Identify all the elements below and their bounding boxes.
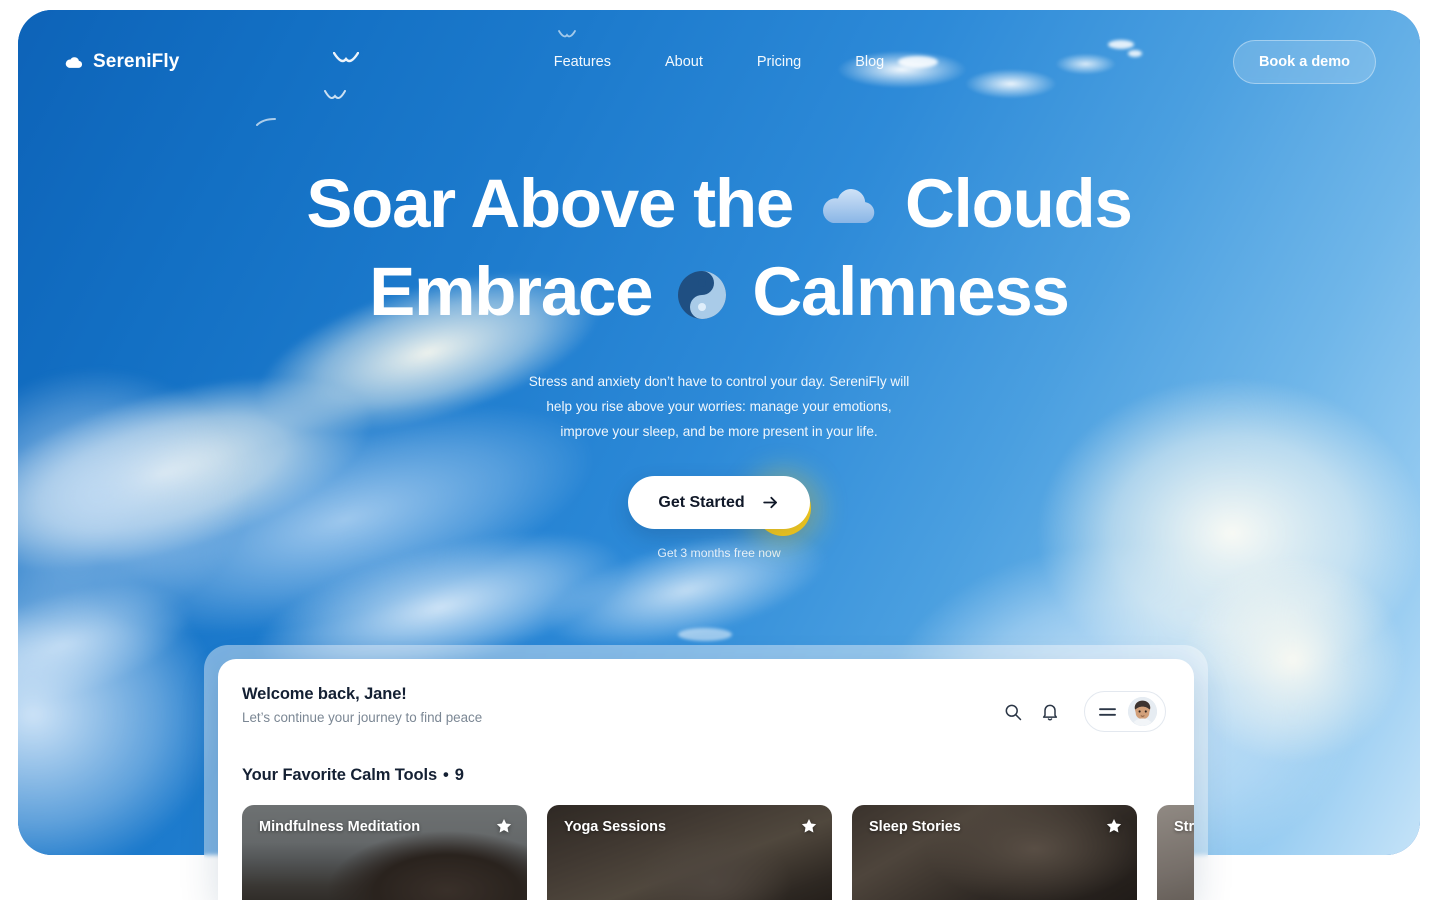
subtitle-line-1: Stress and anxiety don’t have to control… bbox=[528, 373, 910, 389]
headline-line-1: Soar Above the Clouds bbox=[18, 160, 1420, 248]
bell-icon[interactable] bbox=[1040, 702, 1060, 722]
headline-text-calmness: Calmness bbox=[752, 253, 1070, 331]
tool-card-title: Yoga Sessions bbox=[564, 819, 667, 835]
nav-link-about[interactable]: About bbox=[665, 54, 703, 70]
headline-text-clouds: Clouds bbox=[905, 165, 1133, 242]
avatar[interactable] bbox=[1128, 697, 1157, 726]
get-started-label: Get Started bbox=[658, 493, 745, 511]
star-icon[interactable] bbox=[495, 817, 513, 835]
nav-links: Features About Pricing Blog bbox=[554, 54, 885, 70]
search-icon[interactable] bbox=[1003, 702, 1023, 722]
hero-cta-area: Get Started Get 3 months free now bbox=[18, 476, 1420, 586]
star-icon[interactable] bbox=[1105, 817, 1123, 835]
tool-card[interactable]: Sleep Stories bbox=[852, 805, 1137, 900]
yin-yang-emoji-icon bbox=[676, 254, 728, 320]
get-started-button[interactable]: Get Started bbox=[628, 476, 810, 530]
hamburger-icon[interactable] bbox=[1099, 706, 1116, 718]
dashboard-header: Welcome back, Jane! Let’s continue your … bbox=[218, 659, 1194, 732]
greeting-title: Welcome back, Jane! bbox=[242, 685, 407, 703]
tool-card[interactable]: Stress Management bbox=[1157, 805, 1194, 900]
nav-link-features[interactable]: Features bbox=[554, 54, 611, 70]
hero-subtitle: Stress and anxiety don’t have to control… bbox=[18, 369, 1420, 444]
greeting-block: Welcome back, Jane! Let’s continue your … bbox=[242, 685, 482, 725]
dashboard-panel: Welcome back, Jane! Let’s continue your … bbox=[218, 659, 1194, 900]
favorites-separator: • bbox=[443, 766, 449, 784]
favorites-count: 9 bbox=[454, 766, 464, 784]
cta-note: Get 3 months free now bbox=[657, 546, 781, 561]
favorites-card-row: Mindfulness Meditation Yoga Sessions Sle… bbox=[218, 785, 1194, 900]
cloud-wisp bbox=[678, 628, 732, 641]
nav-link-blog[interactable]: Blog bbox=[855, 54, 884, 70]
favorites-title-text: Your Favorite Calm Tools bbox=[242, 766, 438, 784]
hero-headline: Soar Above the Clouds Embrace Calmness bbox=[18, 160, 1420, 337]
user-menu-pill[interactable] bbox=[1084, 691, 1166, 732]
subtitle-line-3: improve your sleep, and be more present … bbox=[560, 423, 878, 439]
tool-card-title: Sleep Stories bbox=[869, 819, 961, 835]
cloud-icon bbox=[64, 52, 84, 72]
tool-card-title: Stress Management bbox=[1174, 819, 1194, 835]
headline-line-2: Embrace Calmness bbox=[18, 248, 1420, 336]
page-root: SereniFly Features About Pricing Blog Bo… bbox=[0, 0, 1440, 900]
brand-name: SereniFly bbox=[93, 51, 180, 72]
brand-logo[interactable]: SereniFly bbox=[64, 51, 179, 73]
tool-card[interactable]: Mindfulness Meditation bbox=[242, 805, 527, 900]
top-navigation: SereniFly Features About Pricing Blog Bo… bbox=[18, 10, 1420, 114]
headline-text-embrace: Embrace bbox=[369, 253, 653, 331]
subtitle-line-2: help you rise above your worries: manage… bbox=[546, 398, 892, 414]
dashboard-actions bbox=[1003, 685, 1166, 732]
favorites-section-title: Your Favorite Calm Tools • 9 bbox=[218, 732, 1194, 785]
arrow-right-icon bbox=[761, 493, 780, 512]
tool-card[interactable]: Yoga Sessions bbox=[547, 805, 832, 900]
cloud-emoji-icon bbox=[817, 168, 881, 228]
greeting-subtitle: Let’s continue your journey to find peac… bbox=[242, 710, 483, 725]
star-icon[interactable] bbox=[800, 817, 818, 835]
headline-text-soar-above-the: Soar Above the bbox=[306, 165, 794, 242]
nav-link-pricing[interactable]: Pricing bbox=[757, 54, 801, 70]
tool-card-title: Mindfulness Meditation bbox=[259, 819, 421, 835]
book-a-demo-button[interactable]: Book a demo bbox=[1232, 40, 1376, 84]
